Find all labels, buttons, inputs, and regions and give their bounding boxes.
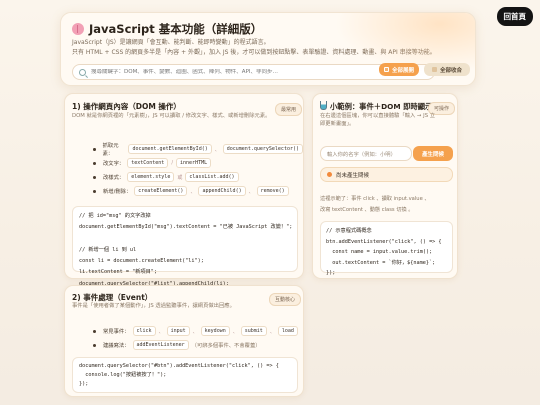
separator: 或 [177, 174, 183, 181]
separator: 、 [158, 328, 164, 335]
brain-icon [72, 23, 84, 35]
bullet-item: 改文字： textContent / innerHTML [93, 156, 303, 170]
page-description-line1: JavaScript（JS）是讓網頁「會互動、能判斷、能即時變動」的程式語言。 [72, 39, 270, 46]
bullet-dot [93, 343, 96, 347]
greeting-output-text: 尚未產生問候 [336, 172, 370, 179]
bullet-label: 新增/刪除： [103, 189, 132, 195]
expand-all-button[interactable]: 全部展開 [379, 63, 419, 76]
expand-all-label: 全部展開 [391, 67, 414, 74]
demo-note-line2: 改寫 textContent 、動態 class 切換 。 [320, 206, 414, 213]
demo-note: 這裡示範了：事件 click 、讀取 input.value 、 改寫 text… [320, 194, 455, 215]
bullet-label: 抓取元素： [102, 143, 119, 157]
bullet-dot [93, 175, 96, 179]
collapse-icon [431, 67, 437, 72]
code-token: keydown [200, 326, 230, 336]
bullet-dot [93, 329, 96, 333]
expand-icon [383, 67, 389, 72]
page-description-line2: 只有 HTML + CSS 的網頁多半是「內容 + 外觀」，加入 JS 後，才可… [72, 48, 436, 56]
demo-card: 小範例：事件＋DOM 即時顯示 可操作 在右邊這個區塊，你可以直接體驗「輸入 →… [312, 93, 458, 279]
collapse-all-label: 全部收合 [439, 67, 462, 74]
name-input[interactable]: 輸入你的名字（例如：小明） [320, 146, 412, 161]
bullet-item: 建議寫法： addEventListener （可綁多個事件、不會覆蓋） [93, 338, 298, 352]
separator: 、 [192, 328, 198, 335]
separator: 、 [269, 328, 275, 335]
page-title-text: JavaScript 基本功能（詳細版） [89, 22, 263, 36]
bullet-item: 改樣式： element.style 或 classList.add() [93, 170, 303, 184]
code-token: remove() [256, 186, 289, 196]
code-token: element.style [127, 172, 175, 182]
bullet-item: 常見事件： click、 input、 keydown、 submit、 load [93, 324, 298, 338]
event-card-badge[interactable]: 互動核心 [269, 293, 302, 306]
status-dot-icon [327, 172, 332, 177]
collapse-all-button[interactable]: 全部收合 [424, 63, 470, 76]
event-card-bullets: 常見事件： click、 input、 keydown、 submit、 load 建議寫法… [93, 324, 298, 352]
home-button[interactable]: 回首頁 [496, 7, 533, 26]
code-token: classList.add() [185, 172, 239, 182]
demo-card-title: 小範例：事件＋DOM 即時顯示 [320, 101, 432, 112]
separator: 、 [248, 188, 254, 195]
bullet-dot [93, 189, 96, 193]
separator: / [171, 160, 174, 166]
dom-code-block: // 把 id="msg" 的文字改掉 document.getElementB… [72, 206, 298, 287]
code-token: click [132, 326, 156, 336]
code-token: addEventListener [132, 340, 189, 350]
flask-icon [320, 101, 327, 110]
dom-card-title: 1) 操作網頁內容（DOM 操作） [72, 102, 181, 111]
code-token: document.getElementById() [128, 144, 212, 154]
bullet-dot [93, 147, 96, 151]
search-input[interactable] [91, 69, 371, 75]
bullet-item: 抓取元素： document.getElementById()、 document.… [93, 142, 303, 157]
dom-card: 1) 操作網頁內容（DOM 操作） DOM 就是你網頁裡的「元素樹」，JS 可以… [64, 93, 304, 287]
code-token: submit [240, 326, 267, 336]
dom-card-subtitle: DOM 就是你網頁裡的「元素樹」，JS 可以讀取 / 修改文字、樣式、或新增刪除… [72, 113, 271, 119]
search-icon [79, 68, 86, 76]
bullet-label: 改文字： [103, 161, 125, 167]
page-description: JavaScript（JS）是讓網頁「會互動、能判斷、能即時變動」的程式語言。 … [72, 38, 452, 57]
event-code-block: document.querySelector("#btn").addEventL… [72, 357, 298, 393]
separator: 、 [214, 146, 220, 153]
dom-card-bullets: 抓取元素： document.getElementById()、 document.… [93, 142, 303, 198]
code-token: load [277, 326, 298, 336]
bullet-label: 改樣式： [103, 175, 125, 181]
bullet-tail: （可綁多個事件、不會覆蓋） [191, 343, 261, 349]
code-token: innerHTML [176, 158, 212, 168]
bullet-dot [93, 161, 96, 165]
code-token: appendChild() [198, 186, 246, 196]
code-token: createElement() [134, 186, 188, 196]
generate-greeting-button[interactable]: 產生問候 [413, 146, 453, 161]
bullet-item: 新增/刪除： createElement()、 appendChild()、 remo… [93, 184, 303, 198]
event-card: 2) 事件處理（Event） 事件是「使用者做了某個動作」，JS 透過監聽事件，… [64, 285, 304, 397]
separator: 、 [232, 328, 238, 335]
demo-code-block: // 示意程式碼概念 btn.addEventListener("click",… [320, 221, 453, 276]
code-token: document.querySelector() [222, 144, 303, 154]
dom-card-badge[interactable]: 最常用 [275, 103, 303, 116]
page-title: JavaScript 基本功能（詳細版） [72, 21, 262, 37]
bullet-label: 常見事件： [103, 329, 130, 335]
greeting-output: 尚未產生問候 [320, 167, 453, 182]
code-token: textContent [127, 158, 169, 168]
demo-card-title-text: 小範例：事件＋DOM 即時顯示 [330, 102, 433, 111]
demo-note-line1: 這裡示範了：事件 click 、讀取 input.value 、 [320, 196, 430, 202]
event-card-subtitle: 事件是「使用者做了某個動作」，JS 透過監聽事件，讓網頁做出回應。 [72, 303, 235, 309]
bullet-label: 建議寫法： [103, 343, 130, 349]
separator: 、 [190, 188, 196, 195]
code-token: input [166, 326, 190, 336]
demo-card-subtitle: 在右邊這個區塊，你可以直接體驗「輸入 → JS 立即更新畫面」。 [320, 113, 436, 127]
